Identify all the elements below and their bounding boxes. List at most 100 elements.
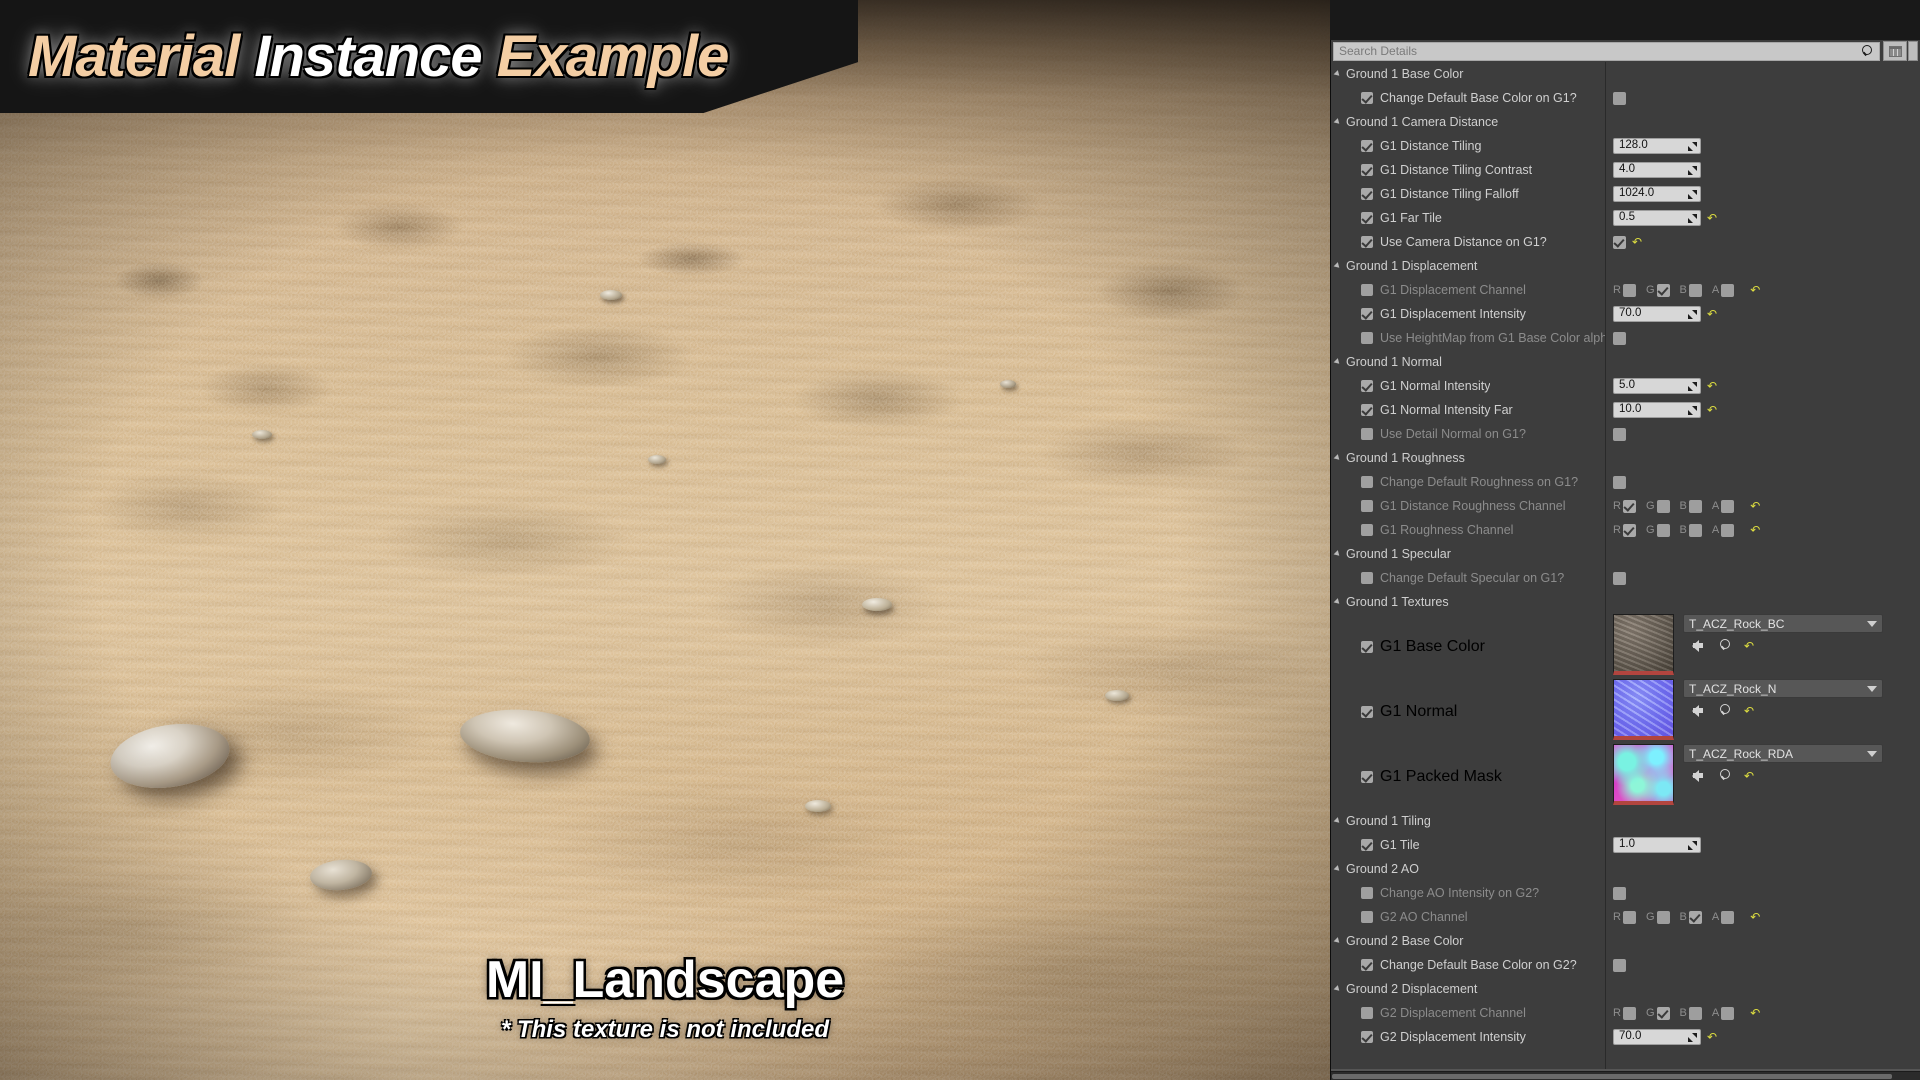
channel-checkbox-a[interactable]	[1721, 524, 1734, 537]
channel-r[interactable]: R	[1613, 911, 1636, 924]
boolean-value-checkbox[interactable]	[1613, 476, 1626, 489]
channel-b[interactable]: B	[1680, 1007, 1702, 1020]
channel-a[interactable]: A	[1712, 524, 1734, 537]
channel-checkbox-g[interactable]	[1657, 524, 1670, 537]
number-input[interactable]: 70.0	[1613, 306, 1701, 322]
channel-checkbox-r[interactable]	[1623, 911, 1636, 924]
boolean-value-checkbox[interactable]	[1613, 332, 1626, 345]
category-header-5[interactable]: Ground 1 Specular	[1331, 542, 1920, 566]
category-header-3[interactable]: Ground 1 Normal	[1331, 350, 1920, 374]
channel-g[interactable]: G	[1646, 911, 1670, 924]
channel-g[interactable]: G	[1646, 500, 1670, 513]
use-selected-asset-icon[interactable]	[1693, 640, 1707, 652]
channel-checkbox-b[interactable]	[1689, 1007, 1702, 1020]
channel-checkbox-g[interactable]	[1657, 911, 1670, 924]
browse-to-asset-icon[interactable]	[1719, 769, 1732, 782]
channel-r[interactable]: R	[1613, 524, 1636, 537]
property-override-checkbox[interactable]	[1361, 839, 1373, 851]
channel-a[interactable]: A	[1712, 500, 1734, 513]
revert-arrow-icon[interactable]: ↶	[1707, 308, 1717, 320]
channel-checkbox-a[interactable]	[1721, 1007, 1734, 1020]
number-input[interactable]: 0.5	[1613, 210, 1701, 226]
channel-checkbox-g[interactable]	[1657, 1007, 1670, 1020]
spinner-icon[interactable]	[1688, 1033, 1697, 1042]
channel-checkbox-b[interactable]	[1689, 284, 1702, 297]
use-selected-asset-icon[interactable]	[1693, 770, 1707, 782]
channel-checkbox-a[interactable]	[1721, 284, 1734, 297]
property-override-checkbox[interactable]	[1361, 641, 1373, 653]
spinner-icon[interactable]	[1688, 166, 1697, 175]
channel-g[interactable]: G	[1646, 1007, 1670, 1020]
property-override-checkbox[interactable]	[1361, 164, 1373, 176]
revert-arrow-icon[interactable]: ↶	[1744, 705, 1754, 717]
property-override-checkbox[interactable]	[1361, 959, 1373, 971]
details-property-list[interactable]: Ground 1 Base ColorChange Default Base C…	[1331, 62, 1920, 1080]
channel-checkbox-b[interactable]	[1689, 524, 1702, 537]
boolean-value-checkbox[interactable]	[1613, 236, 1626, 249]
category-header-2[interactable]: Ground 1 Displacement	[1331, 254, 1920, 278]
property-override-checkbox[interactable]	[1361, 706, 1373, 718]
revert-arrow-icon[interactable]: ↶	[1750, 524, 1760, 536]
property-override-checkbox[interactable]	[1361, 1007, 1373, 1019]
property-override-checkbox[interactable]	[1361, 212, 1373, 224]
property-override-checkbox[interactable]	[1361, 92, 1373, 104]
channel-checkbox-r[interactable]	[1623, 1007, 1636, 1020]
property-override-checkbox[interactable]	[1361, 771, 1373, 783]
channel-r[interactable]: R	[1613, 1007, 1636, 1020]
channel-a[interactable]: A	[1712, 1007, 1734, 1020]
property-override-checkbox[interactable]	[1361, 380, 1373, 392]
horizontal-scrollbar-thumb[interactable]	[1332, 1074, 1892, 1079]
channel-b[interactable]: B	[1680, 500, 1702, 513]
channel-checkbox-a[interactable]	[1721, 500, 1734, 513]
category-header-10[interactable]: Ground 2 Displacement	[1331, 977, 1920, 1001]
property-override-checkbox[interactable]	[1361, 524, 1373, 536]
number-input[interactable]: 128.0	[1613, 138, 1701, 154]
spinner-icon[interactable]	[1688, 406, 1697, 415]
boolean-value-checkbox[interactable]	[1613, 959, 1626, 972]
browse-to-asset-icon[interactable]	[1719, 639, 1732, 652]
category-header-4[interactable]: Ground 1 Roughness	[1331, 446, 1920, 470]
channel-a[interactable]: A	[1712, 911, 1734, 924]
channel-checkbox-r[interactable]	[1623, 524, 1636, 537]
category-header-6[interactable]: Ground 1 Textures	[1331, 590, 1920, 614]
revert-arrow-icon[interactable]: ↶	[1744, 770, 1754, 782]
revert-arrow-icon[interactable]: ↶	[1750, 500, 1760, 512]
channel-checkbox-b[interactable]	[1689, 911, 1702, 924]
channel-checkbox-a[interactable]	[1721, 911, 1734, 924]
spinner-icon[interactable]	[1688, 190, 1697, 199]
property-override-checkbox[interactable]	[1361, 572, 1373, 584]
spinner-icon[interactable]	[1688, 214, 1697, 223]
property-override-checkbox[interactable]	[1361, 887, 1373, 899]
category-header-9[interactable]: Ground 2 Base Color	[1331, 929, 1920, 953]
view-options-button[interactable]	[1883, 41, 1907, 61]
category-header-0[interactable]: Ground 1 Base Color	[1331, 62, 1920, 86]
number-input[interactable]: 5.0	[1613, 378, 1701, 394]
number-input[interactable]: 4.0	[1613, 162, 1701, 178]
revert-arrow-icon[interactable]: ↶	[1707, 380, 1717, 392]
texture-thumbnail[interactable]	[1613, 744, 1674, 805]
texture-asset-dropdown[interactable]: T_ACZ_Rock_N	[1683, 679, 1883, 698]
property-override-checkbox[interactable]	[1361, 188, 1373, 200]
property-override-checkbox[interactable]	[1361, 1031, 1373, 1043]
spinner-icon[interactable]	[1688, 310, 1697, 319]
boolean-value-checkbox[interactable]	[1613, 887, 1626, 900]
property-override-checkbox[interactable]	[1361, 404, 1373, 416]
texture-asset-dropdown[interactable]: T_ACZ_Rock_RDA	[1683, 744, 1883, 763]
property-override-checkbox[interactable]	[1361, 500, 1373, 512]
spinner-icon[interactable]	[1688, 142, 1697, 151]
channel-checkbox-r[interactable]	[1623, 500, 1636, 513]
texture-thumbnail[interactable]	[1613, 679, 1674, 740]
category-header-8[interactable]: Ground 2 AO	[1331, 857, 1920, 881]
channel-g[interactable]: G	[1646, 284, 1670, 297]
property-override-checkbox[interactable]	[1361, 308, 1373, 320]
number-input[interactable]: 1.0	[1613, 837, 1701, 853]
texture-asset-dropdown[interactable]: T_ACZ_Rock_BC	[1683, 614, 1883, 633]
panel-overflow-button[interactable]	[1908, 41, 1918, 61]
property-override-checkbox[interactable]	[1361, 428, 1373, 440]
revert-arrow-icon[interactable]: ↶	[1750, 1007, 1760, 1019]
viewport-3d-preview[interactable]: MI_Landscape * This texture is not inclu…	[0, 0, 1330, 1080]
property-override-checkbox[interactable]	[1361, 911, 1373, 923]
spinner-icon[interactable]	[1688, 382, 1697, 391]
category-header-1[interactable]: Ground 1 Camera Distance	[1331, 110, 1920, 134]
revert-arrow-icon[interactable]: ↶	[1632, 236, 1642, 248]
